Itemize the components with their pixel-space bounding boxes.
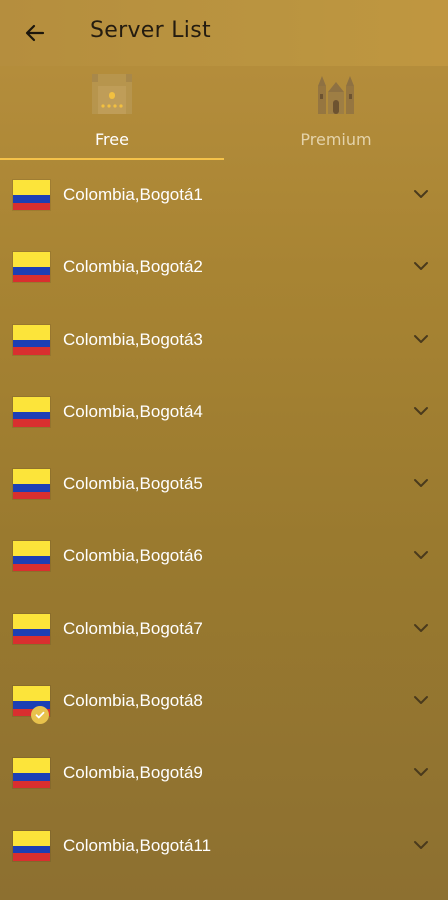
server-row[interactable]: Colombia,Bogotá11 [0, 811, 448, 883]
chevron-down-icon[interactable] [412, 765, 430, 779]
colombia-flag-icon [13, 758, 50, 789]
server-name: Colombia,Bogotá4 [63, 401, 203, 421]
tab-premium-label: Premium [300, 130, 372, 149]
chevron-down-icon[interactable] [412, 838, 430, 852]
check-icon [31, 706, 49, 725]
tab-bar: Free Premium [0, 66, 448, 160]
server-name: Colombia,Bogotá2 [63, 257, 203, 277]
colombia-flag-icon [13, 541, 50, 572]
tab-free[interactable]: Free [0, 66, 224, 160]
arrow-left-icon [25, 24, 45, 42]
tab-free-label: Free [95, 130, 129, 149]
server-row[interactable]: Colombia,Bogotá1 [0, 160, 448, 232]
colombia-flag-icon [13, 613, 50, 644]
chevron-down-icon[interactable] [412, 476, 430, 490]
chevron-down-icon[interactable] [412, 187, 430, 201]
colombia-flag-icon [13, 180, 50, 210]
server-row[interactable]: Colombia,Bogotá5 [0, 449, 448, 521]
colombia-flag-icon [13, 830, 50, 861]
server-name: Colombia,Bogotá8 [63, 691, 203, 711]
server-name: Colombia,Bogotá9 [63, 763, 203, 783]
server-name: Colombia,Bogotá1 [63, 185, 203, 204]
server-list: Colombia,Bogotá1 Colombia,Bogotá2 Colomb… [0, 160, 448, 883]
server-row[interactable]: Colombia,Bogotá6 [0, 521, 448, 593]
chevron-down-icon[interactable] [412, 404, 430, 418]
chevron-down-icon[interactable] [412, 621, 430, 635]
castle-premium-icon [318, 76, 354, 114]
page-title: Server List [90, 18, 211, 43]
server-row[interactable]: Colombia,Bogotá9 [0, 738, 448, 810]
colombia-flag-icon [13, 396, 50, 427]
server-row[interactable]: Colombia,Bogotá2 [0, 232, 448, 304]
chevron-down-icon[interactable] [412, 332, 430, 346]
server-name: Colombia,Bogotá6 [63, 546, 203, 566]
castle-free-icon [92, 74, 132, 114]
back-button[interactable] [18, 16, 52, 50]
server-row[interactable]: Colombia,Bogotá4 [0, 377, 448, 449]
server-row-selected[interactable]: Colombia,Bogotá8 [0, 666, 448, 738]
chevron-down-icon[interactable] [412, 259, 430, 273]
server-row[interactable]: Colombia,Bogotá7 [0, 594, 448, 666]
server-row[interactable]: Colombia,Bogotá3 [0, 305, 448, 377]
server-name: Colombia,Bogotá11 [63, 835, 212, 855]
chevron-down-icon[interactable] [412, 693, 430, 707]
colombia-flag-icon [13, 252, 50, 283]
server-name: Colombia,Bogotá7 [63, 618, 203, 638]
app-header: Server List [0, 0, 448, 66]
server-name: Colombia,Bogotá3 [63, 329, 203, 349]
colombia-flag-icon [13, 469, 50, 500]
tab-premium[interactable]: Premium [224, 66, 448, 160]
chevron-down-icon[interactable] [412, 548, 430, 562]
server-name: Colombia,Bogotá5 [63, 474, 203, 494]
colombia-flag-icon [13, 324, 50, 355]
